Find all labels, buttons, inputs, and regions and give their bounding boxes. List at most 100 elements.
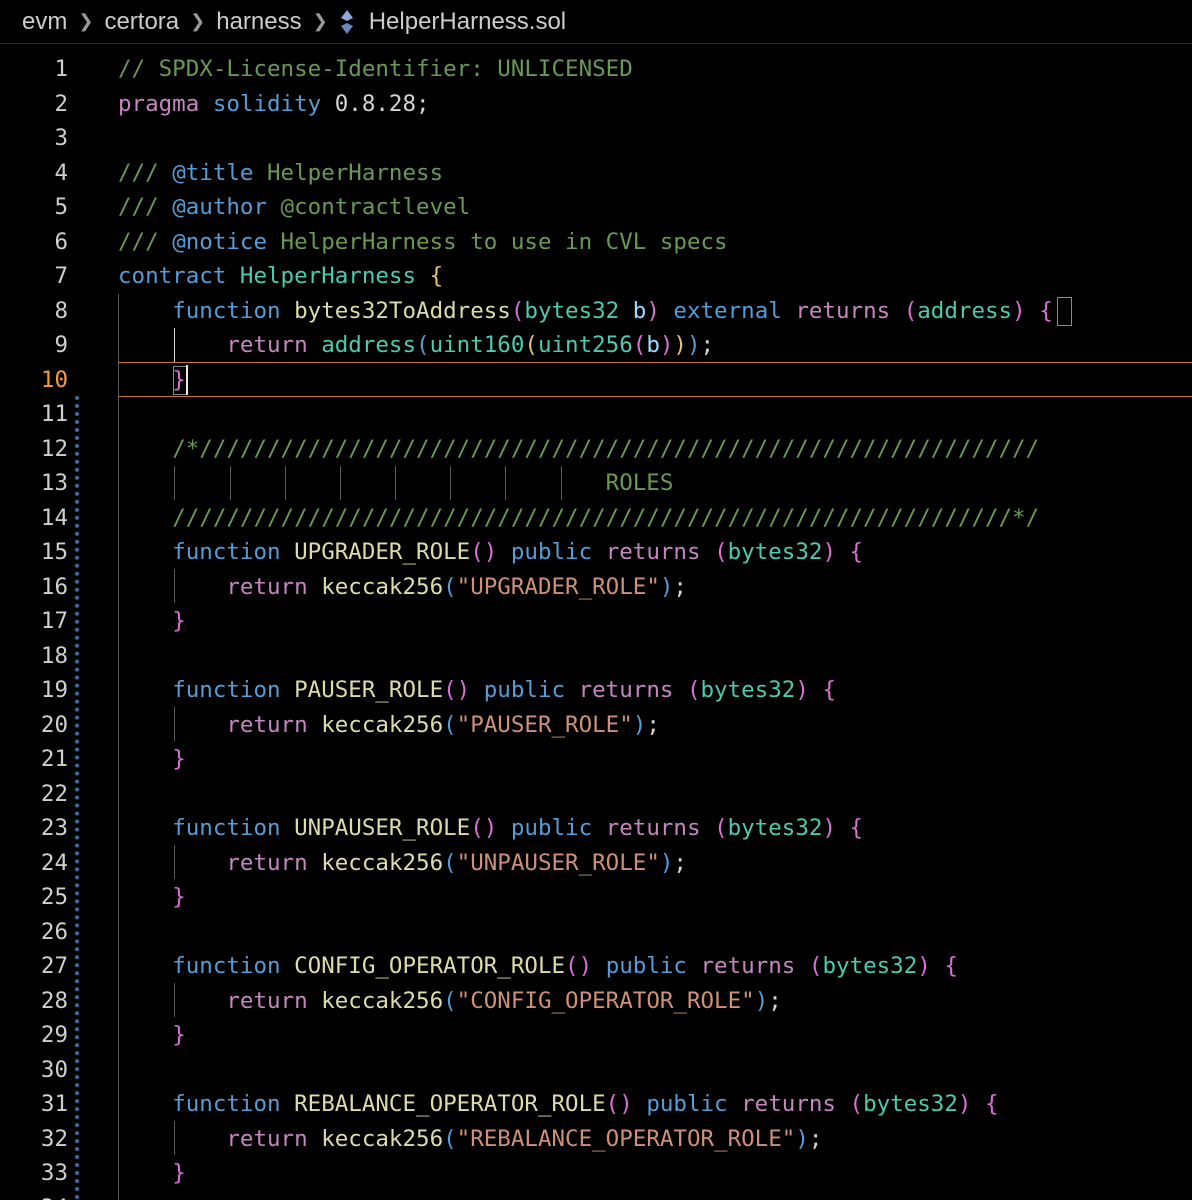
code-line[interactable]: 34 — [0, 1191, 1192, 1200]
breadcrumb-item-harness[interactable]: harness — [216, 8, 301, 36]
code-token: // SPDX-License-Identifier: UNLICENSED — [118, 56, 633, 82]
code-line[interactable]: 12 /*///////////////////////////////////… — [0, 432, 1192, 467]
line-code: function REBALANCE_OPERATOR_ROLE() publi… — [118, 1087, 998, 1122]
code-token: ; — [808, 1125, 823, 1152]
code-token: } — [172, 884, 186, 910]
code-line[interactable]: 14 /////////////////////////////////////… — [0, 501, 1192, 536]
line-number: 31 — [40, 1091, 68, 1117]
code-token: UNPAUSER_ROLE — [294, 815, 471, 841]
code-token: ) — [659, 332, 674, 358]
line-code: function PAUSER_ROLE() public returns (b… — [118, 673, 836, 708]
code-token: } — [172, 366, 186, 393]
line-number: 16 — [40, 573, 68, 600]
code-line[interactable]: 2 pragma solidity 0.8.28; — [0, 87, 1192, 122]
code-line[interactable]: 3 — [0, 121, 1192, 156]
code-token: ( — [443, 1125, 457, 1152]
code-line[interactable]: 31 function REBALANCE_OPERATOR_ROLE() pu… — [0, 1087, 1192, 1122]
code-line[interactable]: 13 ROLES — [0, 466, 1192, 501]
code-token: /*//////////////////////////////////////… — [172, 435, 1040, 462]
code-line[interactable]: 17 } — [0, 604, 1192, 639]
code-line[interactable]: 1 // SPDX-License-Identifier: UNLICENSED — [0, 52, 1192, 87]
code-token: UPGRADER_ROLE — [294, 539, 471, 565]
code-token: ( — [443, 711, 457, 738]
code-token: ) — [795, 677, 809, 703]
line-code: return address(uint160(uint256(b))); — [118, 328, 714, 363]
code-line[interactable]: 8 function bytes32ToAddress(bytes32 b) e… — [0, 294, 1192, 329]
code-line[interactable]: 18 — [0, 639, 1192, 674]
code-token: uint256 — [537, 332, 633, 358]
line-number: 14 — [40, 504, 68, 531]
code-token: keccak256 — [321, 849, 444, 876]
code-token: ) — [754, 987, 769, 1014]
code-token: uint160 — [429, 332, 525, 358]
line-code: return keccak256("UPGRADER_ROLE"); — [118, 570, 687, 605]
code-token: /// — [118, 194, 173, 220]
line-number: 33 — [40, 1160, 68, 1186]
code-token: ( — [714, 815, 728, 841]
code-token: ( — [903, 297, 918, 324]
code-token: "REBALANCE_OPERATOR_ROLE" — [456, 1125, 796, 1152]
code-token: { — [849, 539, 864, 565]
code-token: "CONFIG_OPERATOR_ROLE" — [456, 987, 755, 1014]
code-line[interactable]: 27 function CONFIG_OPERATOR_ROLE() publi… — [0, 949, 1192, 984]
code-line[interactable]: 15 function UPGRADER_ROLE() public retur… — [0, 535, 1192, 570]
code-line[interactable]: 25 } — [0, 880, 1192, 915]
code-line[interactable]: 33 } — [0, 1156, 1192, 1191]
code-token: returns — [700, 953, 796, 979]
code-token: return — [226, 1125, 308, 1152]
code-token: returns — [605, 815, 701, 841]
line-code: } — [118, 604, 186, 639]
code-line[interactable]: 28 return keccak256("CONFIG_OPERATOR_ROL… — [0, 984, 1192, 1019]
code-token: /// — [118, 228, 173, 255]
code-token: ROLES — [172, 470, 674, 496]
code-token: () — [565, 953, 593, 979]
line-code: ROLES — [118, 466, 674, 501]
code-token: ( — [632, 332, 647, 358]
code-token: bytes32 — [524, 297, 620, 324]
code-line[interactable]: 9 return address(uint160(uint256(b))); — [0, 328, 1192, 363]
code-line[interactable]: 24 return keccak256("UNPAUSER_ROLE"); — [0, 846, 1192, 881]
code-token: returns — [795, 297, 891, 324]
code-line[interactable]: 7 contract HelperHarness { — [0, 259, 1192, 294]
code-token: ) — [632, 711, 647, 738]
code-token: () — [470, 815, 498, 841]
breadcrumb-item-evm[interactable]: evm — [22, 8, 67, 36]
code-line[interactable]: 19 function PAUSER_ROLE() public returns… — [0, 673, 1192, 708]
line-code: function UPGRADER_ROLE() public returns … — [118, 535, 863, 570]
breadcrumb-file[interactable]: HelperHarness.sol — [369, 8, 566, 36]
code-line[interactable]: 4 /// @title HelperHarness — [0, 156, 1192, 191]
code-line[interactable]: 23 function UNPAUSER_ROLE() public retur… — [0, 811, 1192, 846]
code-line[interactable]: 16 return keccak256("UPGRADER_ROLE"); — [0, 570, 1192, 605]
line-code: } — [118, 1018, 186, 1053]
code-line[interactable]: 32 return keccak256("REBALANCE_OPERATOR_… — [0, 1122, 1192, 1157]
code-token: ) — [822, 539, 836, 565]
code-line[interactable]: 5 /// @author @contractlevel — [0, 190, 1192, 225]
code-line[interactable]: 30 — [0, 1053, 1192, 1088]
code-editor[interactable]: 1 // SPDX-License-Identifier: UNLICENSED 2… — [0, 52, 1192, 1200]
code-line[interactable]: 26 — [0, 915, 1192, 950]
code-line[interactable]: 21 } — [0, 742, 1192, 777]
chevron-right-icon: ❯ — [190, 11, 206, 31]
line-number: 5 — [54, 194, 68, 220]
code-line[interactable]: 11 — [0, 397, 1192, 432]
code-token: ( — [686, 677, 701, 703]
code-line[interactable]: 20 return keccak256("PAUSER_ROLE"); — [0, 708, 1192, 743]
code-line[interactable]: 6 /// @notice HelperHarness to use in CVL… — [0, 225, 1192, 260]
code-token: @contractlevel — [267, 194, 471, 220]
code-line[interactable]: 29 } — [0, 1018, 1192, 1053]
code-token: } — [172, 1160, 186, 1186]
code-line[interactable]: 22 — [0, 777, 1192, 812]
code-line[interactable]: 10 } — [0, 363, 1192, 398]
breadcrumb-item-certora[interactable]: certora — [104, 8, 179, 36]
code-token: ; — [673, 849, 687, 876]
